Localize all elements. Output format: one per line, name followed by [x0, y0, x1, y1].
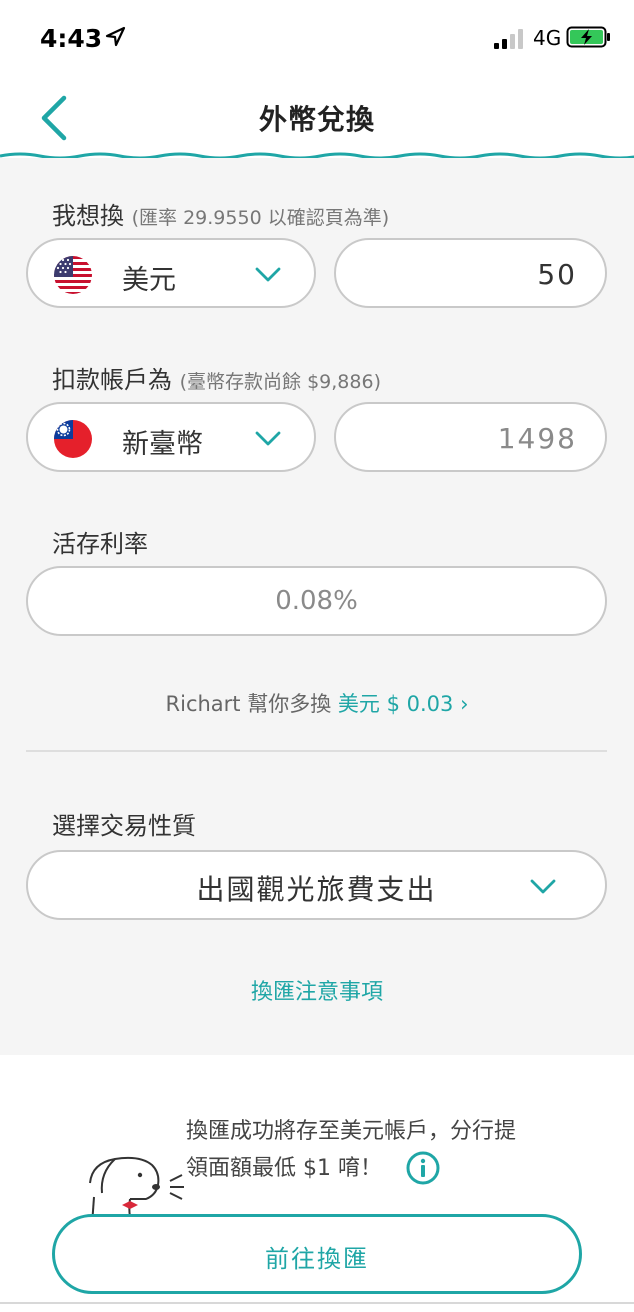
taiwan-flag-icon [54, 420, 92, 458]
info-icon[interactable] [405, 1150, 441, 1186]
debit-label-row: 扣款帳戶為 (臺幣存款尚餘 $9,886) [52, 360, 381, 395]
status-time: 4:43 [40, 24, 103, 53]
proceed-exchange-label: 前往換匯 [265, 1245, 369, 1273]
debit-label: 扣款帳戶為 [52, 366, 172, 394]
interest-rate-value: 0.08% [275, 586, 358, 616]
footer-note-line2: 領面額最低 $1 唷！ [186, 1156, 382, 1181]
target-amount-input[interactable]: 50 [334, 238, 607, 308]
debit-amount-field: 1498 [334, 402, 607, 472]
divider [26, 750, 607, 752]
signal-strength-icon [494, 29, 523, 49]
chevron-down-icon [530, 879, 556, 894]
target-currency-name: 美元 [122, 265, 176, 296]
nav-bar: 外幣兌換 [0, 80, 634, 156]
promo-amount: 美元 $ 0.03 [337, 692, 454, 716]
rate-note: (匯率 29.9550 以確認頁為準) [131, 207, 390, 229]
transaction-purpose-value: 出國觀光旅費支出 [196, 873, 437, 906]
battery-charging-icon [566, 26, 610, 48]
interest-rate-field: 0.08% [26, 566, 607, 636]
purpose-label: 選擇交易性質 [52, 812, 196, 840]
target-currency-select[interactable]: 美元 [26, 238, 316, 308]
exchange-form: 我想換 (匯率 29.9550 以確認頁為準) 美元 50 扣款帳戶為 (臺幣存… [0, 158, 634, 1055]
target-amount-value: 50 [537, 258, 577, 291]
us-flag-icon [54, 256, 92, 294]
network-type: 4G [533, 26, 562, 50]
promo-prefix: Richart 幫你多換 [165, 692, 332, 716]
chevron-down-icon [255, 431, 281, 446]
debit-currency-select[interactable]: 新臺幣 [26, 402, 316, 472]
debit-amount-value: 1498 [497, 422, 577, 455]
footer-note: 換匯成功將存至美元帳戶，分行提 領面額最低 $1 唷！ [186, 1113, 586, 1187]
location-arrow-icon [105, 26, 126, 47]
balance-note: (臺幣存款尚餘 $9,886) [179, 371, 381, 393]
exchange-label-row: 我想換 (匯率 29.9550 以確認頁為準) [52, 196, 389, 231]
proceed-exchange-button[interactable]: 前往換匯 [52, 1214, 582, 1294]
interest-label: 活存利率 [52, 530, 148, 558]
footer-note-line1: 換匯成功將存至美元帳戶，分行提 [186, 1119, 517, 1144]
debit-currency-name: 新臺幣 [122, 429, 203, 460]
chevron-down-icon [255, 267, 281, 282]
transaction-purpose-select[interactable]: 出國觀光旅費支出 [26, 850, 607, 920]
exchange-notice-link[interactable]: 換匯注意事項 [0, 974, 634, 1006]
dog-mascot-illustration [89, 1156, 184, 1225]
exchange-label: 我想換 [52, 202, 124, 230]
page-title: 外幣兌換 [258, 103, 375, 136]
chevron-right-icon: › [460, 692, 469, 716]
bottom-divider [0, 1302, 634, 1304]
promo-link[interactable]: Richart 幫你多換 美元 $ 0.03 › [0, 688, 634, 718]
status-bar: 4:43 4G [0, 0, 634, 80]
